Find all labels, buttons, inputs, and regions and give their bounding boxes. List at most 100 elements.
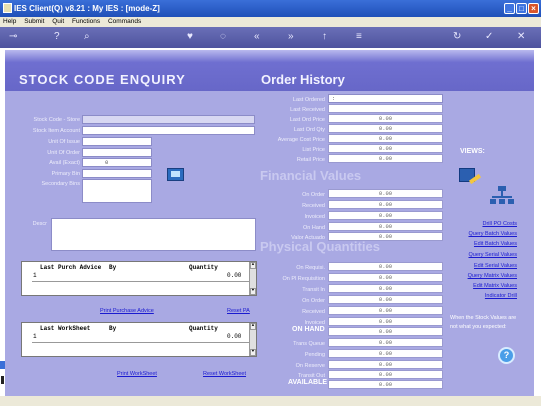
maximize-button[interactable]: □ [516,3,527,14]
reset-pa-link[interactable]: Reset PA [227,308,250,314]
indicator-drill-link[interactable]: Indicator Drill [432,293,517,299]
worksheet-grid[interactable]: Last WorkSheet By Quantity 1 0.00 ▲ ▼ [21,322,257,357]
retail-price-label: Retail Price [296,157,325,163]
financial-values-title: Financial Values [260,168,362,183]
col-quantity: Quantity [189,264,218,271]
menu-commands[interactable]: Commands [108,18,141,25]
list-price-label: List Price [302,147,325,153]
refresh-icon[interactable]: ↻ [453,32,461,42]
last-ord-qty-label: Last Ord Qty [293,127,325,133]
app-icon [3,3,12,13]
menu-help[interactable]: Help [3,18,16,25]
fin-received-field[interactable]: 0.00 [328,200,443,209]
help-icon[interactable]: ? [54,32,60,42]
check-icon[interactable]: ✓ [485,32,493,42]
phys-received-field[interactable]: 0.00 [328,306,443,315]
hierarchy-icon[interactable] [490,186,514,206]
power-icon[interactable]: ◌ [220,32,226,42]
phys-invoiced-field[interactable]: 0.00 [328,317,443,326]
forward-icon[interactable]: » [288,32,294,42]
menu-submit[interactable]: Submit [24,18,44,25]
unit-of-order-field[interactable] [82,148,152,157]
bin-lookup-icon[interactable] [167,168,184,181]
phys-pending-field[interactable]: 0.00 [328,349,443,358]
fin-on-hand-field[interactable]: 0.00 [328,222,443,231]
toolbar: ⊸ ? ⌕ ♥ ◌ « » ↑ ≡ ↻ ✓ ✕ [0,27,541,48]
header-banner: STOCK CODE ENQUIRY Order History [5,50,534,91]
phys-available-field[interactable]: 0.00 [328,380,443,389]
edit-batch-values-link[interactable]: Edit Batch Values [432,241,517,247]
minimize-button[interactable]: _ [504,3,515,14]
list-price-field[interactable]: 0.00 [328,144,443,153]
phys-transit-in-field[interactable]: 0.00 [328,284,443,293]
reset-worksheet-link[interactable]: Reset WorkSheet [203,371,246,377]
stock-code-store-field[interactable] [82,115,255,124]
edit-serial-values-link[interactable]: Edit Serial Values [432,263,517,269]
phys-transit-out-field[interactable]: 0.00 [328,370,443,379]
retail-price-field[interactable]: 0.00 [328,154,443,163]
avg-cost-price-field[interactable]: 0.00 [328,134,443,143]
cancel-icon[interactable]: ✕ [517,32,525,42]
search-icon[interactable]: ⌕ [84,32,90,42]
side-info-icon[interactable] [1,376,4,384]
last-ordered-field[interactable]: : [328,94,443,103]
phys-on-hand-field[interactable]: 0.00 [328,327,443,336]
stock-item-account-label: Stock Item Account [32,128,80,134]
status-bar [0,396,541,406]
phys-trans-queue-field[interactable]: 0.00 [328,338,443,347]
last-received-label: Last Received [290,107,325,113]
avail-exact-label: Avail (Exact) [49,160,80,166]
key-icon[interactable]: ⊸ [9,32,17,42]
drill-po-costs-link[interactable]: Drill PO Costs [432,221,517,227]
secondary-bins-field[interactable] [82,179,152,203]
phys-on-requisi-field[interactable]: 0.00 [328,262,443,271]
list-icon[interactable]: ≡ [356,32,362,42]
print-worksheet-link[interactable]: Print WorkSheet [117,371,157,377]
primary-bin-field[interactable] [82,169,152,178]
menu-quit[interactable]: Quit [52,18,64,25]
menu-functions[interactable]: Functions [72,18,100,25]
menu-bar: Help Submit Quit Functions Commands [0,17,541,27]
phys-pl-requisition-field[interactable]: 0.00 [328,273,443,282]
unit-of-issue-field[interactable] [82,137,152,146]
close-button[interactable]: × [528,3,539,14]
fin-invoiced-field[interactable]: 0.00 [328,211,443,220]
descr-field[interactable] [51,218,256,251]
fin-received-label: Received [302,203,325,209]
purchase-advice-grid[interactable]: Last Purch Advice By Quantity 1 0.00 ▲ ▼ [21,261,257,296]
avg-cost-price-label: Average Cost Price [277,137,325,143]
order-history-title: Order History [261,72,345,87]
phys-on-reserve-label: On Reserve [295,363,325,369]
query-matrix-values-link[interactable]: Query Matrix Values [432,273,517,279]
last-received-field[interactable] [328,104,443,113]
unit-of-issue-label: Unit Of Issue [48,139,80,145]
help-icon[interactable]: ? [498,347,515,364]
fin-on-order-field[interactable]: 0.00 [328,189,443,198]
query-serial-values-link[interactable]: Query Serial Values [432,252,517,258]
last-ord-qty-field[interactable]: 0.00 [328,124,443,133]
col-by: By [109,264,117,271]
avail-exact-field[interactable]: 0 [82,158,152,167]
phys-pending-label: Pending [304,352,325,358]
phys-trans-queue-label: Trans Queue [293,341,325,347]
primary-bin-label: Primary Bin [51,171,80,177]
heart-icon[interactable]: ♥ [187,32,193,42]
pointer-icon[interactable]: ↑ [322,32,327,42]
col-last-purch-advice: Last Purch Advice [40,264,102,271]
phys-on-reserve-field[interactable]: 0.00 [328,360,443,369]
window-title: IES Client(Q) v8.21 : My IES : [mode-Z] [14,4,160,13]
secondary-bins-label: Secondary Bins [41,181,80,187]
edit-document-icon[interactable] [459,168,483,186]
print-purchase-advice-link[interactable]: Print Purchase Advice [100,308,154,314]
stock-item-account-field[interactable] [82,126,255,135]
last-ord-price-field[interactable]: 0.00 [328,114,443,123]
phys-on-order-field[interactable]: 0.00 [328,295,443,304]
side-taskbar-icon[interactable] [0,361,5,369]
fin-on-order-label: On Order [302,192,325,198]
rewind-icon[interactable]: « [254,32,260,42]
edit-matrix-values-link[interactable]: Edit Matrix Values [432,283,517,289]
fin-on-hand-label: On Hand [302,225,325,231]
physical-quantities-title: Physical Quantities [260,239,380,254]
query-batch-values-link[interactable]: Query Batch Values [432,231,517,237]
phys-received-label: Received [302,309,325,315]
